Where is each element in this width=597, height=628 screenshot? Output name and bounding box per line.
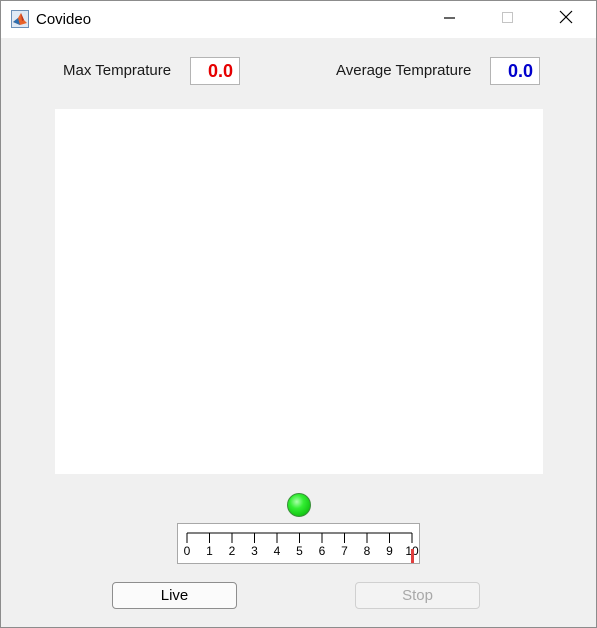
gauge-tick-label: 1: [206, 544, 213, 558]
gauge-needle: [411, 549, 414, 563]
linear-gauge: 012345678910: [177, 523, 420, 564]
gauge-tick-label: 9: [386, 544, 393, 558]
maximize-icon: [502, 11, 514, 29]
max-temp-label: Max Temprature: [63, 62, 172, 79]
gauge-tick-label: 0: [184, 544, 191, 558]
maximize-button[interactable]: [485, 1, 531, 38]
avg-temp-value: 0.0: [490, 57, 540, 85]
video-display-axes: [55, 109, 543, 474]
matlab-icon: [11, 10, 29, 28]
gauge-tick-label: 8: [364, 544, 371, 558]
gauge-tick-label: 2: [229, 544, 236, 558]
app-window: Covideo Max Temprature 0.0 Average Tempr…: [0, 0, 597, 628]
minimize-button[interactable]: [427, 1, 473, 38]
max-temp-value: 0.0: [190, 57, 240, 85]
gauge-tick-label: 3: [251, 544, 258, 558]
live-button[interactable]: Live: [112, 582, 237, 609]
minimize-icon: [444, 11, 456, 29]
close-icon: [559, 10, 573, 29]
stop-button[interactable]: Stop: [355, 582, 480, 609]
gauge-tick-label: 5: [296, 544, 303, 558]
gauge-tick-label: 7: [341, 544, 348, 558]
status-lamp: [287, 493, 311, 517]
gauge-tick-label: 4: [274, 544, 281, 558]
window-title: Covideo: [36, 11, 92, 28]
close-button[interactable]: [543, 1, 589, 38]
gauge-tick-label: 6: [319, 544, 326, 558]
gauge-scale: 012345678910: [184, 532, 419, 563]
title-bar: Covideo: [1, 1, 596, 38]
avg-temp-label: Average Temprature: [336, 62, 472, 79]
